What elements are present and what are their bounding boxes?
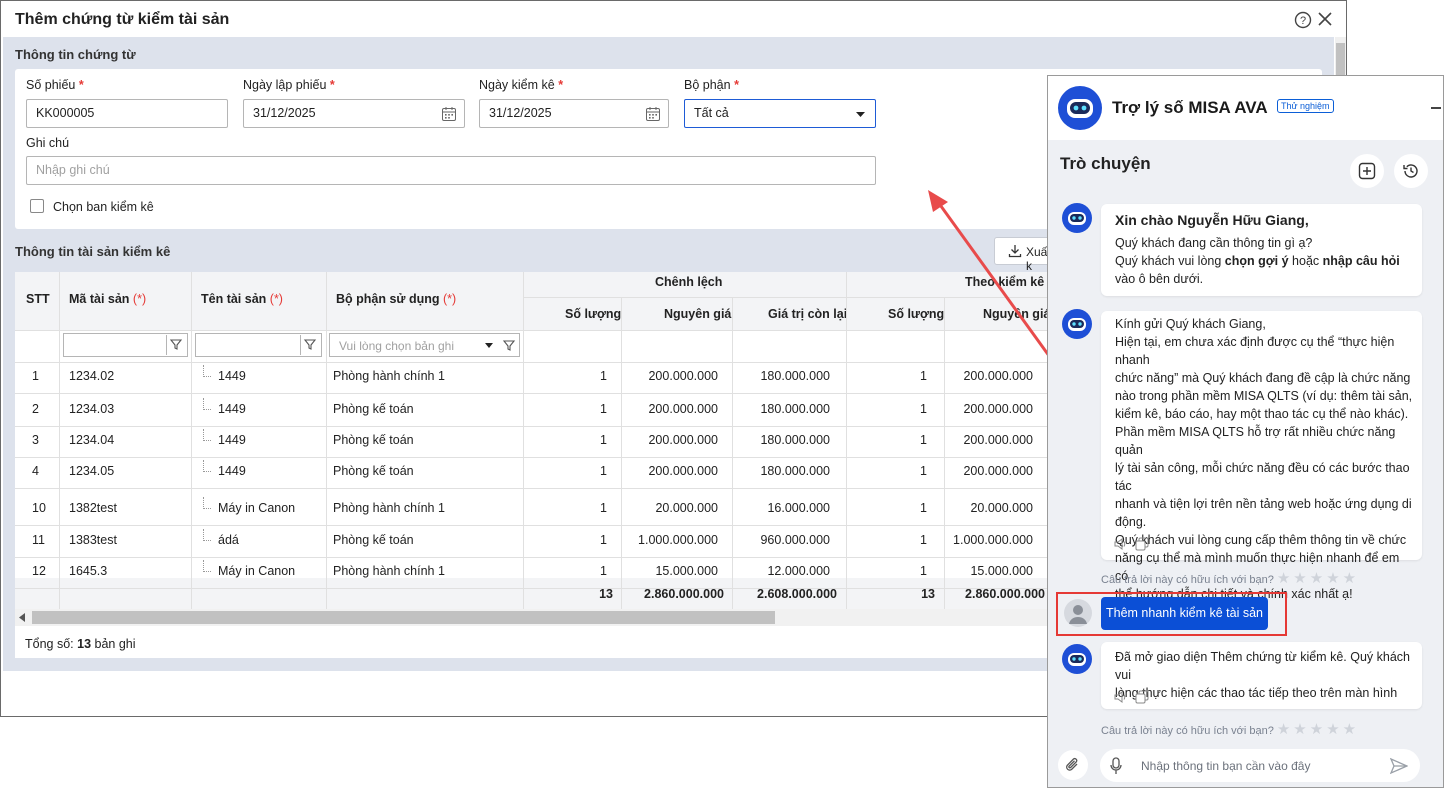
microphone-icon[interactable] — [1110, 757, 1122, 775]
chat-input-placeholder: Nhập thông tin bạn cần vào đây — [1141, 759, 1311, 773]
reply-1-line: động. — [1115, 515, 1147, 529]
speaker-icon[interactable] — [1114, 538, 1128, 550]
reply-1-line: chức năng” mà Quý khách đang đề cập là c… — [1115, 371, 1411, 385]
star-icon: ★ — [1326, 721, 1340, 738]
send-icon[interactable] — [1390, 757, 1408, 775]
copy-icon[interactable] — [1135, 690, 1149, 704]
reply-bubble-1: Kính gửi Quý khách Giang, Hiện tại, em ch… — [1101, 311, 1422, 601]
bot-avatar — [1062, 309, 1092, 339]
reply-2-line: Đã mở giao diện Thêm chứng từ kiểm kê. Q… — [1115, 650, 1410, 682]
greeting-line2: Quý khách vui lòng chọn gợi ý hoặc nhập … — [1115, 254, 1400, 286]
rating-prompt: Câu trả lời này có hữu ích với bạn? ★ ★ ★ ★ ★ — [1101, 721, 1357, 738]
plus-square-icon — [1358, 162, 1376, 180]
rating-prompt: Câu trả lời này có hữu ích với bạn? ★ ★ ★ ★ ★ — [1101, 570, 1357, 587]
new-chat-button[interactable] — [1350, 154, 1384, 188]
reply-1-line: nhanh và tiện lợi trên nền tảng web hoặc… — [1115, 497, 1412, 511]
paperclip-icon — [1065, 756, 1081, 774]
user-avatar — [1064, 599, 1092, 627]
star-icon: ★ — [1342, 570, 1357, 587]
star-icon: ★ — [1309, 721, 1324, 738]
star-icon: ★ — [1342, 721, 1357, 738]
reply-1-line: kiểm kê, báo cáo, hay một thao tác cụ th… — [1115, 407, 1409, 421]
reply-1-line: Kính gửi Quý khách Giang, — [1115, 317, 1266, 331]
reply-2-line: lòng thực hiện các thao tác tiếp theo tr… — [1115, 686, 1398, 700]
star-icon: ★ — [1326, 570, 1340, 587]
greeting-line1: Quý khách đang cần thông tin gì ạ? — [1115, 236, 1313, 250]
greeting-title: Xin chào Nguyễn Hữu Giang, — [1115, 212, 1309, 228]
chat-title: Trợ lý số MISA AVA — [1112, 98, 1268, 117]
reply-1-line: Phần mềm MISA QLTS hỗ trợ rất nhiều chức… — [1115, 425, 1396, 457]
reply-1-text: Kính gửi Quý khách Giang, Hiện tại, em ch… — [1115, 315, 1415, 603]
beta-badge: Thử nghiệm — [1277, 99, 1334, 113]
reply-1-line: Quý khách vui lòng cung cấp thêm thông t… — [1115, 533, 1407, 547]
history-icon — [1402, 162, 1420, 180]
bot-logo-icon — [1058, 86, 1102, 130]
history-button[interactable] — [1394, 154, 1428, 188]
chat-section-title: Trò chuyện — [1060, 154, 1151, 173]
bot-avatar — [1062, 644, 1092, 674]
reply-1-line: lý tài sản công, mỗi chức năng đều có cá… — [1115, 461, 1410, 493]
bot-avatar — [1062, 203, 1092, 233]
speaker-icon[interactable] — [1114, 691, 1128, 703]
user-message-bubble: Thêm nhanh kiểm kê tài sản — [1101, 597, 1268, 630]
attach-button[interactable] — [1058, 750, 1088, 780]
greeting-bubble: Xin chào Nguyễn Hữu Giang, Quý khách đan… — [1101, 204, 1422, 296]
minimize-icon[interactable] — [1431, 107, 1441, 109]
reply-2-text: Đã mở giao diện Thêm chứng từ kiểm kê. Q… — [1115, 648, 1415, 702]
reply-bubble-2: Đã mở giao diện Thêm chứng từ kiểm kê. Q… — [1101, 642, 1422, 709]
chat-input[interactable]: Nhập thông tin bạn cần vào đây — [1100, 749, 1420, 782]
reply-1-line: Hiện tại, em chưa xác định được cụ thể “… — [1115, 335, 1395, 367]
star-icon: ★ — [1293, 570, 1307, 587]
reply-1-line: nào trong phần mềm MISA QLTS (ví dụ: thê… — [1115, 389, 1413, 403]
assistant-chat-panel: Trợ lý số MISA AVA Thử nghiệm Trò chuyện… — [1047, 75, 1444, 788]
star-icon: ★ — [1276, 570, 1291, 587]
star-icon: ★ — [1309, 570, 1324, 587]
star-icon: ★ — [1276, 721, 1291, 738]
star-icon: ★ — [1293, 721, 1307, 738]
copy-icon[interactable] — [1135, 537, 1149, 551]
